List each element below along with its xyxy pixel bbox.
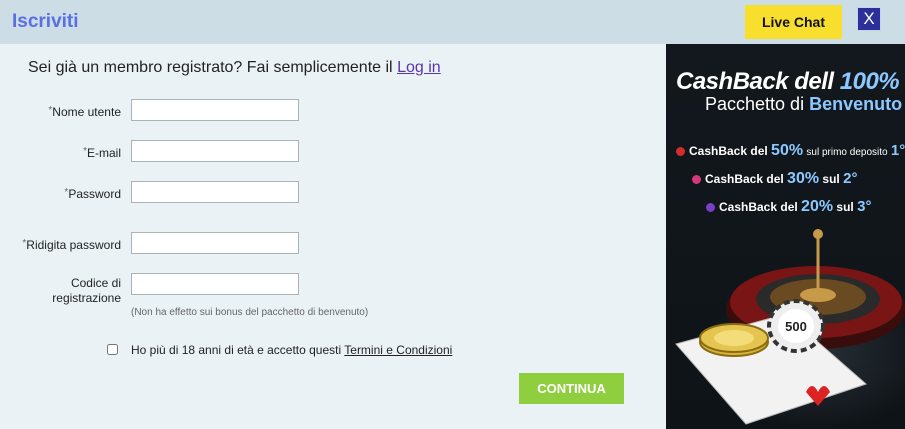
registration-code-label: Codice di registrazione (52, 276, 121, 305)
casino-chip-icon: 500 (767, 299, 825, 353)
bullet-dot-icon (692, 175, 701, 185)
registration-code-note: (Non ha effetto sui bonus del pacchetto … (131, 307, 369, 318)
roulette-chips-illustration: 500 (675, 229, 905, 425)
terms-label: Ho più di 18 anni di età e accetto quest… (131, 343, 453, 357)
login-prompt-text: Sei già un membro registrato? Fai sempli… (28, 59, 393, 76)
bullet-dot-icon (706, 203, 715, 213)
banner-title: CashBack dell 100% (676, 68, 900, 95)
email-input[interactable] (131, 140, 299, 162)
username-input[interactable] (131, 99, 299, 121)
banner-subtitle: Pacchetto di Benvenuto (705, 94, 903, 114)
terms-checkbox[interactable] (107, 344, 118, 355)
offer-line-2: CashBack del 30% sul 2° (692, 170, 857, 188)
email-label: *E-mail (83, 146, 121, 160)
registration-code-input[interactable] (131, 273, 299, 295)
promo-banner[interactable]: CashBack dell 100% Pacchetto di Benvenut… (666, 44, 905, 429)
casino-chip-icon (699, 323, 769, 357)
live-chat-button[interactable]: Live Chat (745, 5, 842, 39)
chip-label: 500 (785, 319, 807, 334)
continue-button[interactable]: CONTINUA (519, 373, 624, 404)
offer-line-1: CashBack del 50% sul primo deposito 1° (676, 142, 905, 160)
confirm-password-label: *Ridigita password (22, 238, 121, 252)
dialog-title: Iscriviti (12, 11, 79, 32)
login-prompt: Sei già un membro registrato? Fai sempli… (28, 59, 441, 77)
confirm-password-input[interactable] (131, 232, 299, 254)
bullet-dot-icon (676, 147, 685, 157)
terms-link[interactable]: Termini e Condizioni (344, 343, 452, 357)
username-label: *Nome utente (48, 105, 121, 119)
password-input[interactable] (131, 181, 299, 203)
close-button[interactable]: X (857, 7, 881, 31)
login-link[interactable]: Log in (397, 59, 441, 76)
dialog-header: Iscriviti Live Chat X (0, 0, 905, 44)
password-label: *Password (64, 187, 121, 201)
